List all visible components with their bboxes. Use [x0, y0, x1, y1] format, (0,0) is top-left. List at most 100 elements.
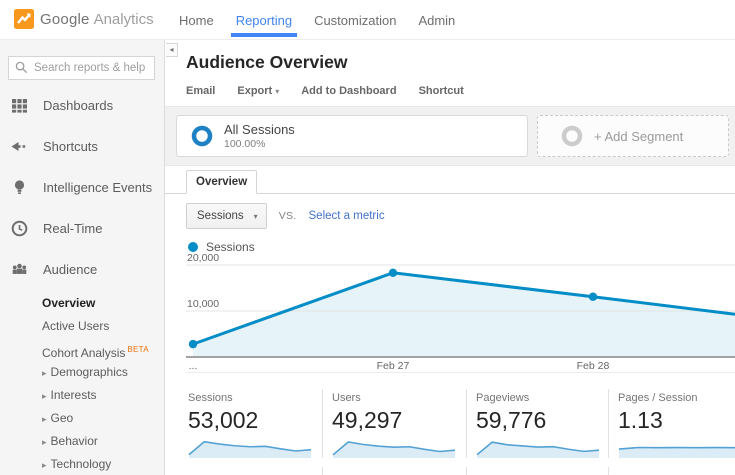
pages-per-session-sparkline [618, 446, 735, 458]
metric-label[interactable]: Pages / Session [618, 392, 735, 404]
metric-card-new-sessions: % New Sessions [186, 467, 322, 475]
sidebar-item-geo[interactable]: ▸ Geo [0, 407, 164, 430]
page-title: Audience Overview [186, 52, 348, 72]
metric-card-pageviews: Pageviews 59,776 [466, 389, 608, 458]
sidebar-item-interests[interactable]: ▸ Interests [0, 384, 164, 407]
export-label: Export [237, 85, 273, 97]
metric-value: 1.13 [618, 407, 663, 433]
app-brand[interactable]: Google Analytics [14, 9, 154, 29]
metric-card-pages-per-session: Pages / Session 1.13 [608, 389, 735, 458]
tab-bar: Overview [165, 170, 735, 194]
add-segment-label: + Add Segment [594, 128, 684, 144]
dashboards-grid-icon [12, 99, 27, 113]
y-axis-label: 20,000 [187, 251, 220, 264]
metric-select-dropdown[interactable]: Sessions ▾ [186, 203, 267, 229]
sidebar-item-technology[interactable]: ▸ Technology [0, 453, 164, 475]
metric-picker-row: Sessions ▾ VS. Select a metric [186, 203, 735, 229]
expand-arrow-icon: ▸ [42, 437, 47, 447]
metric-card-placeholder [322, 467, 466, 475]
sidebar-item-label: Technology [50, 457, 112, 471]
add-segment-donut-icon [561, 125, 583, 147]
brand-analytics: Analytics [93, 10, 154, 28]
sessions-chart: 10,000 20,000... Feb 27 Feb 28 [186, 252, 735, 373]
metric-card-placeholder [608, 467, 735, 475]
sidebar-item-audience[interactable]: Audience [0, 249, 164, 290]
search-icon [15, 61, 28, 74]
sidebar-item-label: Audience [43, 262, 98, 277]
lightbulb-icon [14, 180, 25, 194]
metric-cards-row-2: % New Sessions [186, 467, 735, 475]
sidebar-item-label: Demographics [50, 365, 128, 379]
sidebar-item-label: Real-Time [43, 221, 103, 236]
expand-arrow-icon: ▸ [42, 414, 47, 424]
nav-tab-customization[interactable]: Customization [314, 0, 396, 40]
users-sparkline [332, 441, 456, 458]
data-point[interactable] [388, 268, 398, 278]
x-axis-label: Feb 28 [576, 360, 610, 372]
vs-label: VS. [278, 210, 297, 222]
nav-tab-admin[interactable]: Admin [418, 0, 455, 40]
data-point[interactable] [588, 292, 598, 301]
sidebar-item-label: Intelligence Events [43, 180, 153, 195]
sidebar-item-behavior[interactable]: ▸ Behavior [0, 430, 164, 453]
segment-donut-icon [191, 125, 213, 147]
metric-card-placeholder [466, 467, 608, 475]
metric-label[interactable]: Users [332, 392, 466, 404]
chart-legend: Sessions [188, 240, 735, 254]
legend-dot-icon [188, 242, 198, 252]
segments-strip: All Sessions 100.00% + Add Segment [165, 106, 735, 166]
sidebar-item-cohort-analysis[interactable]: Cohort Analysis BETA [0, 338, 164, 361]
sidebar-nav: Dashboards Shortcuts Intelligence Events… [0, 85, 164, 290]
sessions-sparkline [188, 440, 312, 458]
search-input[interactable] [8, 56, 155, 80]
expand-arrow-icon: ▸ [42, 391, 47, 401]
tab-overview[interactable]: Overview [186, 170, 258, 194]
data-point[interactable] [188, 339, 198, 349]
email-button[interactable]: Email [186, 85, 215, 97]
main-content: ◂ Audience Overview Email Export ▾ Add to… [165, 40, 735, 475]
y-axis-label: 10,000 [187, 297, 220, 310]
select-metric-link[interactable]: Select a metric [309, 210, 385, 222]
nav-tab-home[interactable]: Home [179, 0, 214, 40]
clock-icon [11, 220, 28, 237]
sessions-chart-svg[interactable] [186, 259, 735, 359]
sidebar-item-shortcuts[interactable]: Shortcuts [0, 126, 164, 167]
sidebar-item-label: Shortcuts [43, 139, 98, 154]
sparkline-area-fill [333, 442, 455, 458]
metric-selected-label: Sessions [197, 210, 244, 222]
x-axis-label: Feb 27 [376, 360, 410, 372]
shortcut-button[interactable]: Shortcut [419, 85, 464, 97]
sidebar: Dashboards Shortcuts Intelligence Events… [0, 40, 165, 475]
sidebar-item-label: Cohort Analysis [42, 346, 126, 360]
nav-tab-reporting[interactable]: Reporting [230, 0, 298, 40]
report-toolbar: Email Export ▾ Add to Dashboard Shortcut [186, 85, 735, 97]
topbar: Google Analytics Home Reporting Customiz… [0, 0, 735, 40]
beta-badge: BETA [127, 345, 149, 354]
metric-label[interactable]: Pageviews [476, 392, 608, 404]
sidebar-item-label: Behavior [50, 434, 98, 448]
analytics-logo-icon [14, 9, 34, 29]
audience-subnav: Overview Active Users Cohort Analysis BET… [0, 292, 164, 475]
metric-label[interactable]: Sessions [188, 392, 322, 404]
sparkline-area-fill [477, 442, 599, 458]
top-navigation: Home Reporting Customization Admin [179, 0, 455, 40]
add-to-dashboard-button[interactable]: Add to Dashboard [301, 85, 396, 97]
add-segment-button[interactable]: + Add Segment [537, 115, 729, 157]
expand-arrow-icon: ▸ [42, 368, 47, 378]
sidebar-item-dashboards[interactable]: Dashboards [0, 85, 164, 126]
metric-value: 53,002 [188, 407, 259, 433]
metric-value: 49,297 [332, 407, 403, 433]
sidebar-item-intelligence-events[interactable]: Intelligence Events [0, 167, 164, 208]
sidebar-item-label: Interests [50, 388, 97, 402]
sidebar-item-overview[interactable]: Overview [0, 292, 164, 315]
sidebar-item-label: Geo [50, 411, 74, 425]
sparkline-area-fill [619, 447, 735, 458]
sidebar-item-active-users[interactable]: Active Users [0, 315, 164, 338]
segment-card-all-sessions[interactable]: All Sessions 100.00% [176, 115, 528, 157]
sidebar-item-label: Dashboards [43, 98, 114, 113]
sidebar-item-real-time[interactable]: Real-Time [0, 208, 164, 249]
export-button[interactable]: Export ▾ [237, 85, 279, 97]
sidebar-item-demographics[interactable]: ▸ Demographics [0, 361, 164, 384]
brand-google: Google [40, 10, 90, 28]
sidebar-collapse-button[interactable]: ◂ [166, 43, 178, 57]
